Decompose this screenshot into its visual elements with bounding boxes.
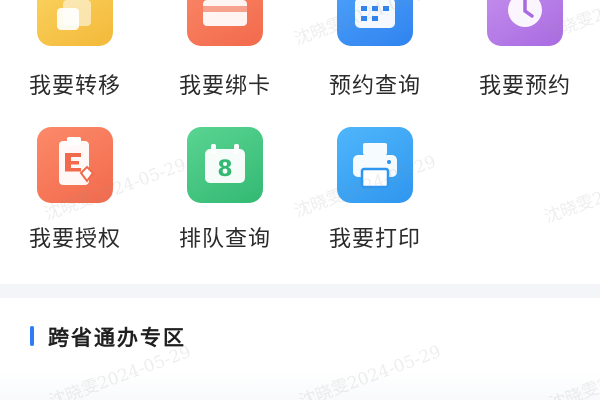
authorize-tile[interactable]: 我要授权 bbox=[0, 127, 150, 267]
queue-number-digit: 8 bbox=[217, 157, 232, 182]
print-tile[interactable]: 我要打印 bbox=[300, 127, 450, 267]
authorize-icon bbox=[37, 127, 113, 203]
watermark: 沈晓雯2024-05-29 bbox=[541, 157, 600, 228]
clock-icon bbox=[487, 0, 563, 46]
bind-card-label: 我要绑卡 bbox=[178, 74, 271, 99]
transfer-tile[interactable]: 我要转移 bbox=[0, 0, 150, 110]
print-label: 我要打印 bbox=[328, 227, 421, 252]
queue-query-label: 排队查询 bbox=[178, 227, 271, 252]
service-screen: 我要转移 我要绑卡 预约查询 我要预约 我要授权 8 排队查询 我要打印 跨省通… bbox=[0, 0, 600, 400]
make-appointment-label: 我要预约 bbox=[478, 74, 571, 99]
queue-number-icon: 8 bbox=[187, 127, 263, 203]
transfer-label: 我要转移 bbox=[28, 74, 121, 99]
transfer-icon bbox=[37, 0, 113, 46]
section-title: 跨省通办专区 bbox=[48, 326, 186, 350]
appointment-query-tile[interactable]: 预约查询 bbox=[300, 0, 450, 110]
bind-card-tile[interactable]: 我要绑卡 bbox=[150, 0, 300, 110]
authorize-label: 我要授权 bbox=[28, 227, 121, 252]
appointment-query-label: 预约查询 bbox=[328, 74, 421, 99]
section-divider bbox=[0, 284, 600, 298]
card-icon bbox=[187, 0, 263, 46]
printer-icon bbox=[337, 127, 413, 203]
section-content-area bbox=[0, 370, 600, 400]
section-accent-bar bbox=[30, 326, 34, 346]
make-appointment-tile[interactable]: 我要预约 bbox=[450, 0, 600, 110]
queue-query-tile[interactable]: 8 排队查询 bbox=[150, 127, 300, 267]
calendar-icon bbox=[337, 0, 413, 46]
